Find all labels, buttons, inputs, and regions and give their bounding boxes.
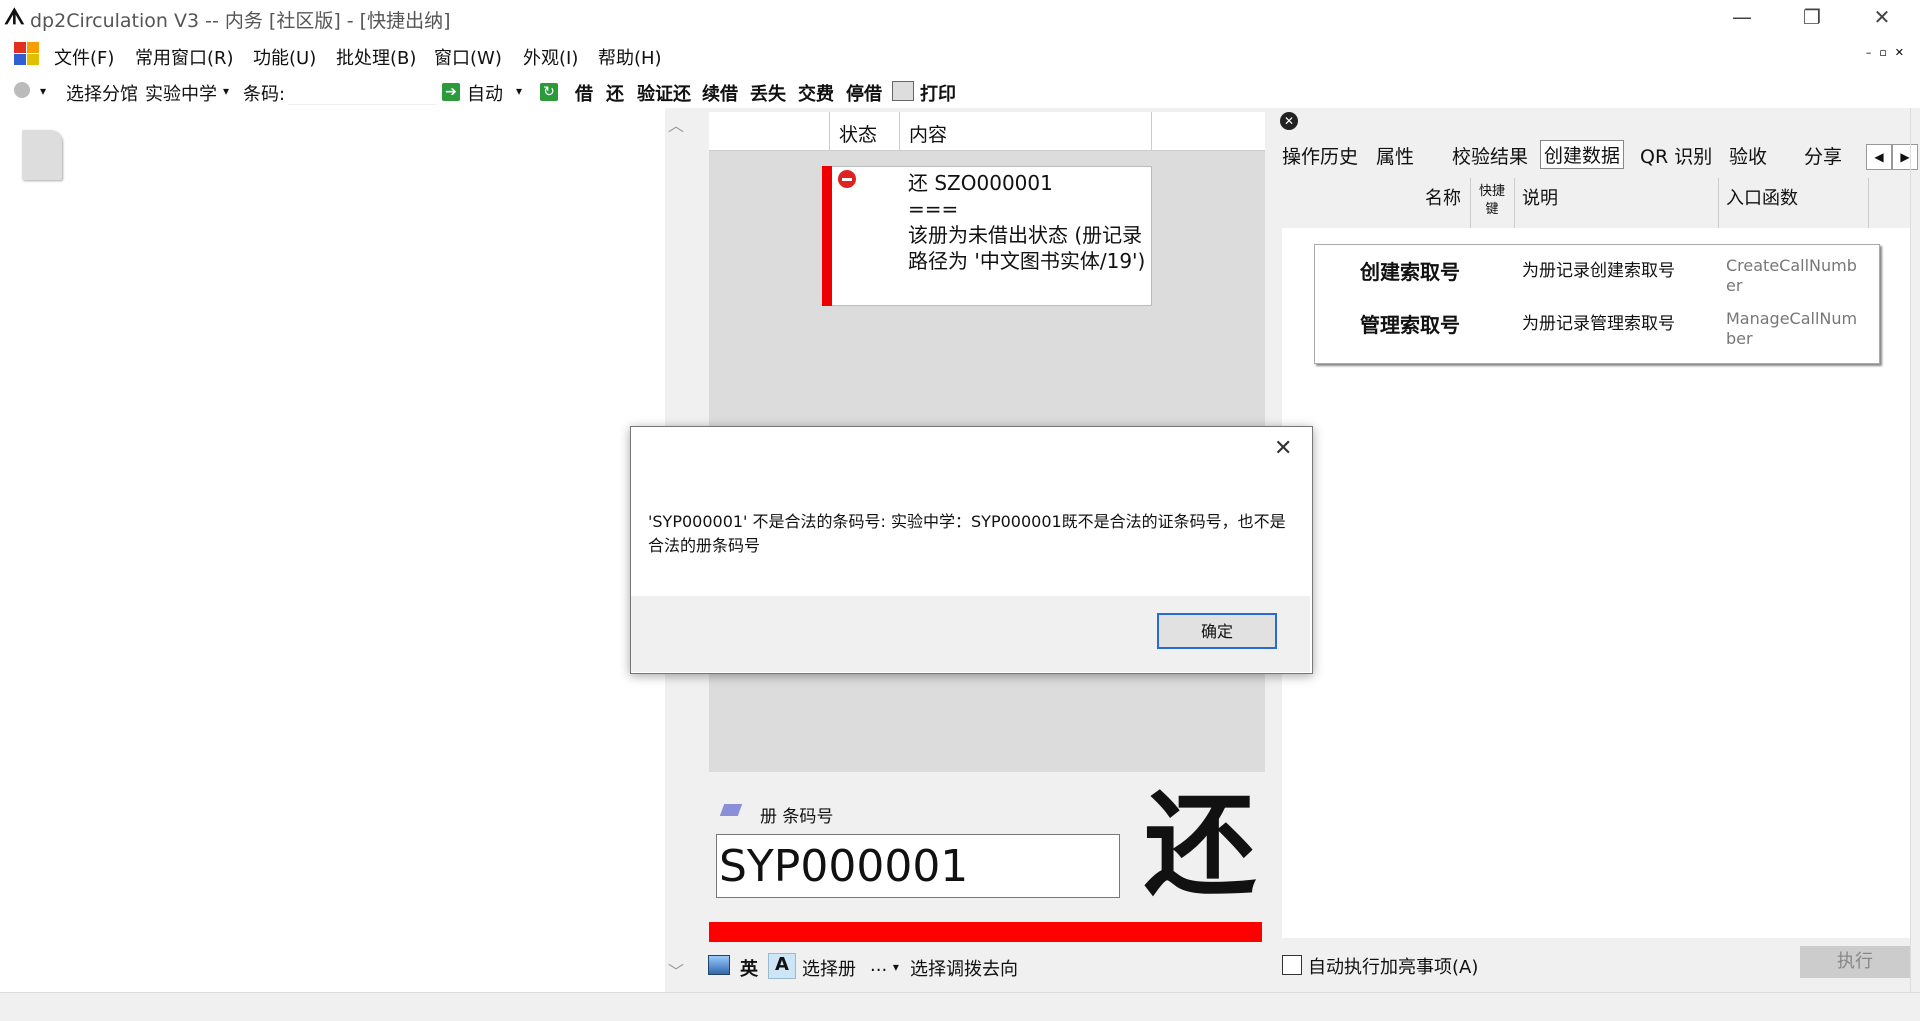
left-panel	[0, 108, 665, 992]
select-transfer-button[interactable]: 选择调拨去向	[910, 955, 1018, 981]
dialog-close-button[interactable]: ✕	[1274, 436, 1292, 461]
tab-qr[interactable]: QR 识别	[1640, 142, 1712, 169]
app-logo-icon: ᗑ	[4, 5, 25, 30]
printer-icon[interactable]	[892, 81, 914, 101]
branch-dropdown-arrow-icon[interactable]: ▾	[223, 84, 229, 98]
result-line-2: ===	[908, 197, 959, 221]
column-separator	[899, 112, 900, 150]
scroll-up-icon[interactable]: ︿	[665, 112, 687, 136]
mode-indicator: 还	[1144, 781, 1256, 911]
refresh-icon[interactable]: ↻	[540, 80, 558, 101]
ok-button[interactable]: 确定	[1157, 613, 1277, 649]
dialog-message: 'SYP000001' 不是合法的条码号: 实验中学：SYP000001既不是合…	[648, 512, 1286, 555]
go-arrow-icon[interactable]: ➔	[442, 80, 460, 101]
restore-button[interactable]: ❐	[1782, 0, 1842, 34]
execute-button[interactable]: 执行	[1800, 946, 1910, 978]
menu-appearance[interactable]: 外观(I)	[523, 44, 578, 70]
column-entry-function[interactable]: 入口函数	[1726, 184, 1798, 210]
borrow-button[interactable]: 借	[575, 80, 593, 106]
column-separator	[1718, 178, 1719, 228]
tab-scroll-left-icon[interactable]: ◀	[1866, 144, 1892, 170]
column-separator	[1470, 178, 1471, 228]
barcode-field-label: 册 条码号	[760, 807, 834, 827]
list-item-name[interactable]: 创建索取号	[1360, 256, 1460, 285]
barcode-label: 条码:	[243, 84, 286, 105]
column-status[interactable]: 状态	[839, 120, 877, 147]
list-item-function: CreateCallNumber	[1726, 256, 1857, 295]
renew-button[interactable]: 续借	[702, 80, 738, 106]
scroll-down-icon[interactable]: ﹀	[665, 958, 687, 982]
menu-bar: 文件(F) 常用窗口(R) 功能(U) 批处理(B) 窗口(W) 外观(I) 帮…	[0, 40, 1920, 72]
select-volume-button[interactable]: 选择册	[802, 955, 856, 981]
error-indicator-bar	[822, 166, 832, 306]
app-windows-icon	[14, 42, 40, 66]
barcode-toolbar-input[interactable]	[288, 76, 436, 105]
error-stop-icon	[838, 170, 856, 188]
font-size-button[interactable]: A	[768, 953, 796, 979]
more-dropdown[interactable]: ... ▾	[870, 955, 899, 976]
tab-create-data[interactable]: 创建数据	[1540, 140, 1625, 169]
menu-batch[interactable]: 批处理(B)	[336, 44, 416, 70]
column-separator	[1514, 178, 1515, 228]
tab-validation[interactable]: 校验结果	[1452, 142, 1528, 169]
dropdown-arrow-icon: ▾	[892, 960, 899, 974]
auto-exec-checkbox[interactable]	[1282, 955, 1302, 975]
column-shortcut[interactable]: 快捷键	[1476, 183, 1508, 219]
list-item-function: ManageCallNumber	[1726, 309, 1858, 348]
list-item-name[interactable]: 管理索取号	[1360, 309, 1460, 338]
lost-button[interactable]: 丢失	[750, 80, 786, 106]
window-title: dp2Circulation V3 -- 内务 [社区版] - [快捷出纳]	[30, 10, 451, 32]
more-dropdown-label: ...	[870, 955, 888, 976]
auto-dropdown[interactable]: 自动	[467, 80, 503, 106]
column-content[interactable]: 内容	[909, 120, 947, 147]
minimize-button[interactable]: —	[1712, 0, 1772, 34]
column-separator	[1868, 178, 1869, 228]
return-button[interactable]: 还	[606, 80, 624, 106]
document-icon	[22, 130, 62, 180]
result-content: 还 SZO000001 === 该册为未借出状态 (册记录路径为 '中文图书实体…	[908, 170, 1146, 274]
tab-acceptance[interactable]: 验收	[1729, 142, 1767, 169]
auto-dropdown-arrow-icon[interactable]: ▾	[516, 84, 522, 98]
tab-history[interactable]: 操作历史	[1282, 142, 1358, 169]
branch-dropdown[interactable]: 实验中学	[145, 80, 217, 106]
barcode-input[interactable]: SYP000001	[716, 834, 1120, 898]
panel-border	[1910, 108, 1911, 992]
list-item-description: 为册记录创建索取号	[1522, 261, 1675, 281]
stop-circle-icon[interactable]	[14, 82, 30, 98]
column-separator	[829, 112, 830, 150]
status-color-bar	[709, 922, 1262, 942]
result-line-1: 还 SZO000001	[908, 171, 1053, 195]
auto-exec-label[interactable]: 自动执行加亮事项(A)	[1308, 953, 1478, 979]
menu-help[interactable]: 帮助(H)	[598, 44, 662, 70]
menu-common-windows[interactable]: 常用窗口(R)	[135, 44, 234, 70]
tab-scroll-right-icon[interactable]: ▶	[1892, 144, 1918, 170]
column-separator	[1151, 112, 1152, 150]
suspend-button[interactable]: 停借	[846, 80, 882, 106]
mdi-controls[interactable]: –▫✕	[1866, 46, 1912, 59]
close-panel-icon[interactable]: ✕	[1280, 112, 1298, 130]
result-line-3: 该册为未借出状态 (册记录路径为 '中文图书实体/19')	[908, 223, 1146, 273]
close-window-button[interactable]: ✕	[1852, 0, 1912, 34]
language-toggle[interactable]: 英	[740, 955, 758, 981]
tab-share[interactable]: 分享	[1804, 142, 1842, 169]
column-description[interactable]: 说明	[1522, 184, 1558, 210]
menu-file[interactable]: 文件(F)	[54, 44, 114, 70]
pay-button[interactable]: 交费	[798, 80, 834, 106]
create-data-header	[1282, 178, 1910, 228]
column-name[interactable]: 名称	[1425, 184, 1461, 210]
tab-properties[interactable]: 属性	[1376, 142, 1414, 169]
list-item-description: 为册记录管理索取号	[1522, 314, 1675, 334]
dropdown-arrow-icon[interactable]: ▾	[40, 84, 46, 98]
list-header: 状态 内容	[709, 112, 1265, 151]
print-button[interactable]: 打印	[920, 80, 956, 106]
image-icon[interactable]	[708, 955, 730, 975]
menu-window[interactable]: 窗口(W)	[434, 44, 502, 70]
verify-return-button[interactable]: 验证还	[637, 80, 691, 106]
menu-function[interactable]: 功能(U)	[253, 44, 316, 70]
branch-label: 选择分馆	[66, 84, 138, 105]
status-bar	[0, 992, 1920, 1021]
